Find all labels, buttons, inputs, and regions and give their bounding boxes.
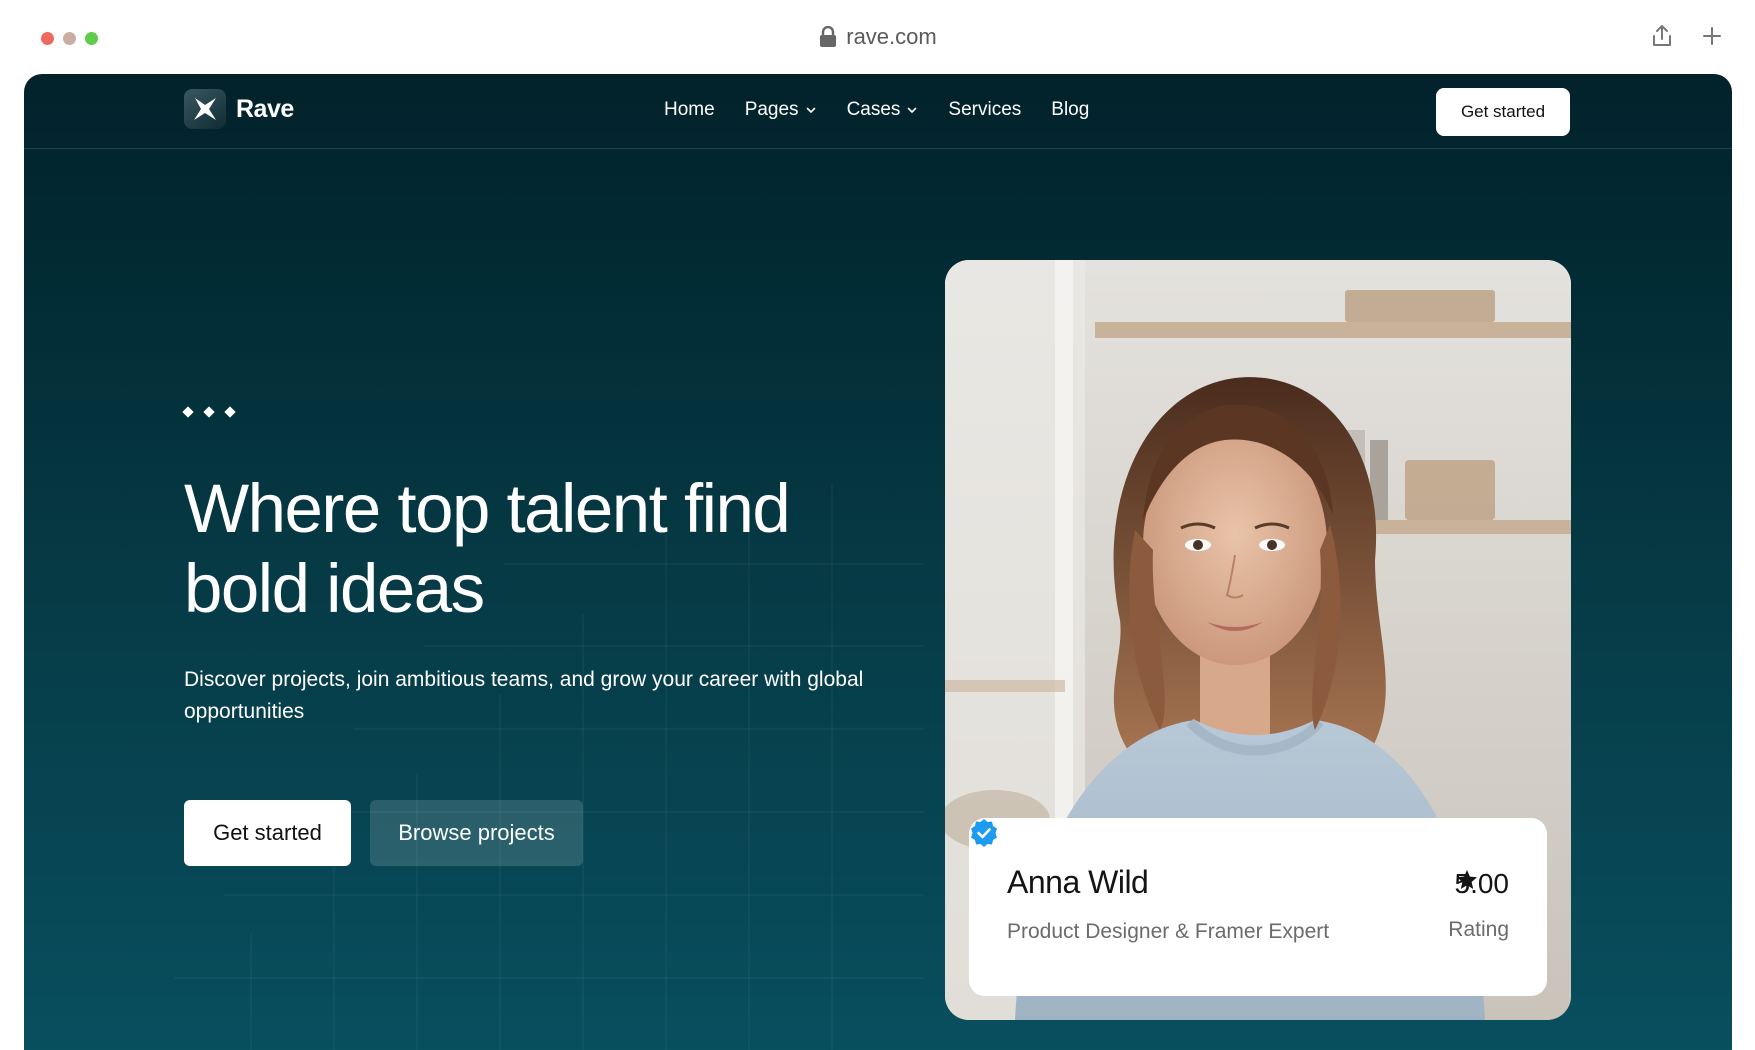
brand-logo-link[interactable]: Rave (184, 89, 294, 129)
rave-logo-icon (184, 89, 226, 129)
main-navigation: Home Pages Cases Services Blog (664, 99, 1089, 121)
nav-link-services[interactable]: Services (948, 99, 1021, 121)
nav-link-label: Services (948, 99, 1022, 120)
rating-label: Rating (1448, 918, 1509, 941)
hero-subtitle: Discover projects, join ambitious teams,… (184, 668, 864, 723)
profile-name: Anna Wild (1007, 864, 1149, 900)
brand-name: Rave (236, 94, 294, 123)
rating-display: 5.00 (1455, 868, 1510, 900)
share-icon[interactable] (1651, 24, 1673, 48)
profile-role: Product Designer & Framer Expert (1007, 920, 1330, 943)
hero-title-line-2: bold ideas (184, 550, 485, 627)
nav-link-blog[interactable]: Blog (1051, 99, 1089, 121)
star-icon (1456, 870, 1477, 889)
lock-icon (820, 26, 837, 47)
nav-link-cases[interactable]: Cases (847, 99, 919, 121)
nav-link-label: Cases (846, 99, 901, 120)
hero-title: Where top talent find bold ideas (184, 469, 944, 629)
chevron-down-icon (806, 107, 815, 114)
header-get-started-button[interactable]: Get started (1436, 88, 1570, 136)
profile-photo-card: Anna Wild Product Designer & Framer Expe… (945, 260, 1571, 1020)
get-started-button[interactable]: Get started (184, 800, 351, 866)
nav-link-label: Pages (744, 99, 799, 120)
new-tab-icon[interactable] (1701, 25, 1723, 47)
nav-link-label: Blog (1051, 99, 1090, 120)
chevron-down-icon (908, 107, 917, 114)
browser-chrome: rave.com (0, 0, 1755, 74)
nav-link-pages[interactable]: Pages (745, 99, 817, 121)
verified-badge-icon (971, 819, 997, 847)
site-header: Rave Home Pages Cases Services Blog Get … (24, 74, 1732, 149)
browse-projects-button[interactable]: Browse projects (370, 800, 583, 866)
nav-link-label: Home (664, 99, 715, 120)
url-text: rave.com (846, 24, 937, 49)
website-viewport: Rave Home Pages Cases Services Blog Get … (24, 74, 1732, 1050)
decorative-diamonds (182, 406, 236, 418)
profile-info-card: Anna Wild Product Designer & Framer Expe… (969, 818, 1547, 996)
address-bar[interactable]: rave.com (0, 24, 1755, 50)
hero-title-line-1: Where top talent find (184, 470, 791, 547)
nav-link-home[interactable]: Home (664, 99, 715, 121)
